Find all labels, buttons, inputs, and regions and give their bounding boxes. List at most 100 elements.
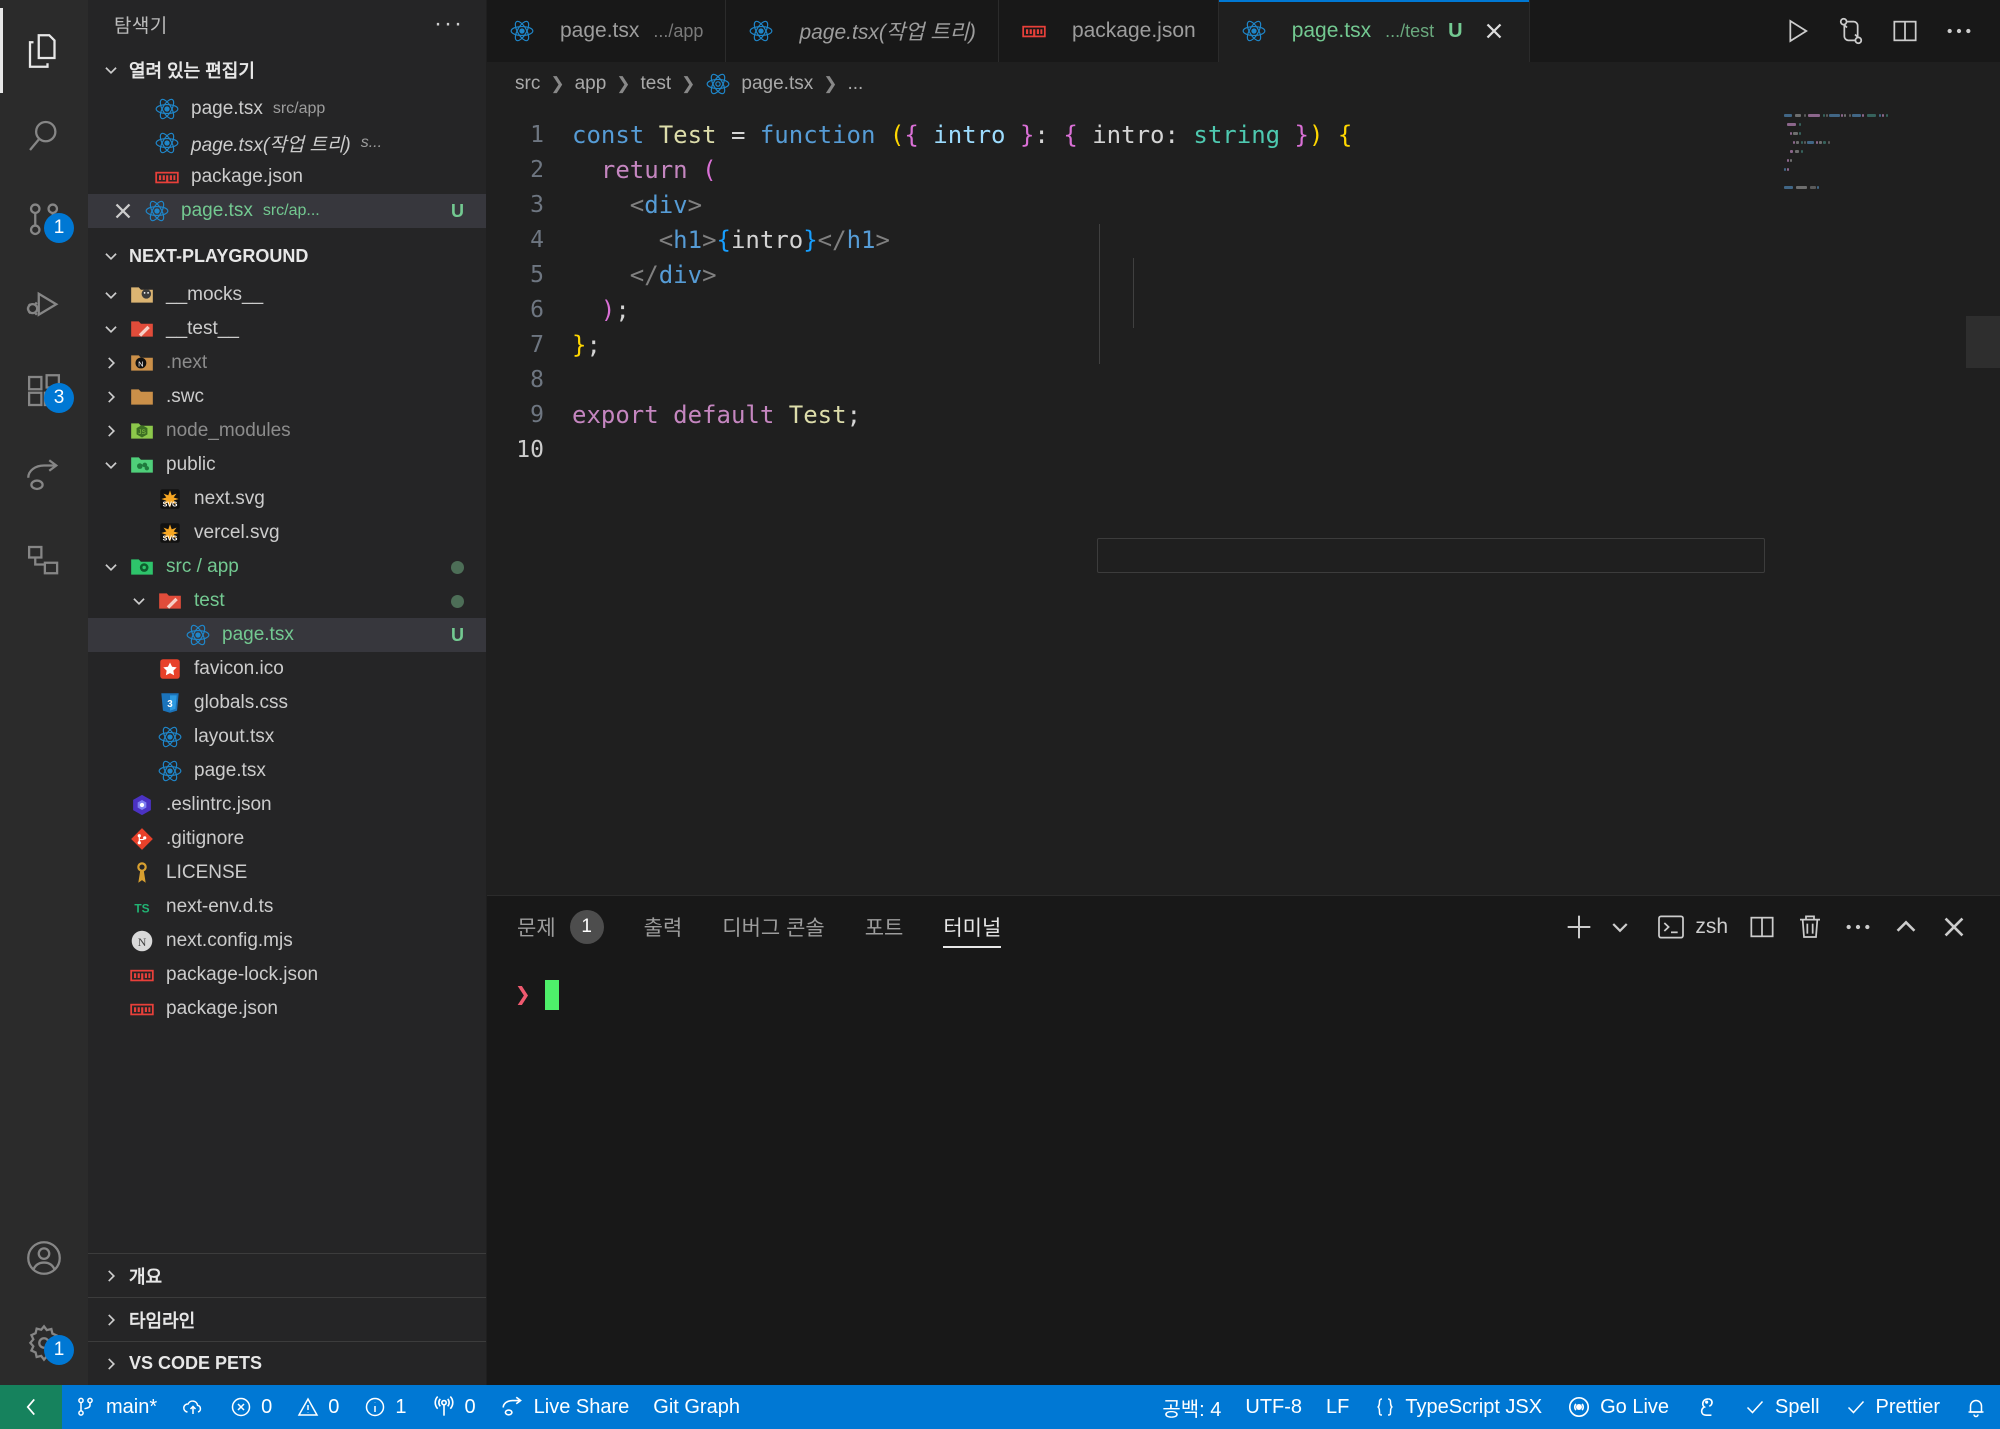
breadcrumb-item-app[interactable]: app	[575, 73, 607, 95]
branch-status[interactable]: main*	[62, 1385, 169, 1429]
notifications-status[interactable]	[1952, 1385, 2000, 1429]
panel-more-actions-button[interactable]	[1834, 896, 1882, 958]
prettier-status[interactable]: Prettier	[1832, 1385, 1952, 1429]
more-actions-button[interactable]	[1932, 0, 1986, 62]
new-terminal-button[interactable]	[1555, 896, 1603, 958]
tree-folder-row[interactable]: test	[88, 584, 486, 618]
maximize-panel-button[interactable]	[1882, 896, 1930, 958]
file-tree[interactable]: __mocks__ __test__ N .next .swc JS node_module…	[88, 278, 486, 1253]
activity-bar-item-accounts[interactable]	[0, 1215, 88, 1300]
tree-file-row[interactable]: favicon.ico	[88, 652, 486, 686]
panel-tab[interactable]: 터미널	[943, 896, 1001, 958]
open-editor-item[interactable]: page.tsx(작업 트리) s...	[88, 126, 486, 160]
tree-file-row[interactable]: package.json	[88, 992, 486, 1026]
editor-tab[interactable]: page.tsx .../test U	[1218, 0, 1530, 62]
eol-status[interactable]: LF	[1314, 1385, 1361, 1429]
panel-tab[interactable]: 포트	[865, 896, 904, 958]
tree-folder-row[interactable]: __test__	[88, 312, 486, 346]
activity-bar-item-explorer[interactable]	[0, 8, 88, 93]
activity-bar-item-source-control[interactable]: 1	[0, 178, 88, 263]
tree-file-row[interactable]: TS next-env.d.ts	[88, 890, 486, 924]
sidebar-more-actions-button[interactable]: ···	[434, 12, 464, 36]
scrollbar-thumb[interactable]	[1966, 316, 2000, 368]
spell-status[interactable]: Spell	[1731, 1385, 1831, 1429]
breadcrumb[interactable]: src ❯ app ❯ test ❯ page.tsx ❯ ...	[487, 62, 2000, 106]
kill-terminal-button[interactable]	[1786, 896, 1834, 958]
infos-status[interactable]: 1	[351, 1385, 418, 1429]
editor-tab[interactable]: page.tsx(작업 트리)	[726, 0, 999, 62]
activity-bar-item-search[interactable]	[0, 93, 88, 178]
editor-tab[interactable]: package.json	[998, 0, 1219, 62]
warnings-status[interactable]: 0	[284, 1385, 351, 1429]
panel-tab[interactable]: 출력	[644, 896, 683, 958]
split-editor-button[interactable]	[1878, 0, 1932, 62]
breadcrumb-item-symbol[interactable]: ...	[847, 73, 863, 95]
editor-scrollbar[interactable]	[1966, 106, 2000, 895]
tree-file-row[interactable]: package-lock.json	[88, 958, 486, 992]
tree-file-row[interactable]: page.tsx U	[88, 618, 486, 652]
sync-status[interactable]	[169, 1385, 217, 1429]
remote-window-button[interactable]	[0, 1385, 62, 1429]
run-and-debug-split-button[interactable]	[1824, 0, 1878, 62]
open-editor-item[interactable]: page.tsx src/app	[88, 92, 486, 126]
language-mode-status[interactable]: TypeScript JSX	[1361, 1385, 1554, 1429]
sidebar-section-header[interactable]: VS CODE PETS	[88, 1341, 486, 1385]
tree-file-row[interactable]: SVG vercel.svg	[88, 516, 486, 550]
panel-tab[interactable]: 디버그 콘솔	[722, 896, 824, 958]
minimap[interactable]	[1776, 106, 1966, 895]
live-share-status[interactable]: Live Share	[488, 1385, 642, 1429]
errors-status[interactable]: 0	[217, 1385, 284, 1429]
tree-file-row[interactable]: .eslintrc.json	[88, 788, 486, 822]
ts-icon: TS	[129, 894, 155, 920]
new-terminal-dropdown-button[interactable]	[1603, 896, 1637, 958]
tree-folder-row[interactable]: public	[88, 448, 486, 482]
sidebar-section-header[interactable]: 타임라인	[88, 1297, 486, 1341]
tree-file-row[interactable]: 3 globals.css	[88, 686, 486, 720]
split-terminal-button[interactable]	[1738, 896, 1786, 958]
tree-file-row[interactable]: layout.tsx	[88, 720, 486, 754]
go-live-status[interactable]: Go Live	[1554, 1385, 1681, 1429]
close-panel-button[interactable]	[1930, 896, 1978, 958]
tree-file-row[interactable]: .gitignore	[88, 822, 486, 856]
code-editor[interactable]: 1 const Test = function ({ intro }: { int…	[487, 106, 2000, 895]
git-graph-status[interactable]: Git Graph	[641, 1385, 752, 1429]
activity-bar-item-live-share[interactable]	[0, 433, 88, 518]
minimap-line	[1878, 114, 1881, 117]
terminal-body[interactable]: ❯	[487, 958, 2000, 1385]
tree-file-row[interactable]: SVG next.svg	[88, 482, 486, 516]
editor-tab-close-button[interactable]	[1481, 18, 1507, 44]
tree-folder-row[interactable]: __mocks__	[88, 278, 486, 312]
project-header[interactable]: NEXT-PLAYGROUND	[88, 234, 486, 278]
breadcrumb-item-file[interactable]: page.tsx	[741, 73, 813, 95]
tree-file-row[interactable]: Nnext.config.mjs	[88, 924, 486, 958]
tree-folder-row[interactable]: JS node_modules	[88, 414, 486, 448]
close-icon	[1944, 917, 1964, 937]
npm-icon	[129, 996, 155, 1022]
tree-folder-row[interactable]: N .next	[88, 346, 486, 380]
open-editor-item[interactable]: page.tsx src/ap... U	[88, 194, 486, 228]
close-icon[interactable]	[110, 198, 136, 224]
tree-folder-row[interactable]: .swc	[88, 380, 486, 414]
open-editor-item[interactable]: package.json	[88, 160, 486, 194]
ports-status[interactable]: 0	[419, 1385, 488, 1429]
encoding-status[interactable]: UTF-8	[1233, 1385, 1314, 1429]
squirrel-icon	[1693, 1394, 1719, 1420]
squirrel-status[interactable]	[1681, 1385, 1731, 1429]
panel-tab[interactable]: 문제 1	[517, 896, 604, 958]
open-editors-header[interactable]: 열려 있는 편집기	[88, 48, 486, 92]
tree-file-row[interactable]: LICENSE	[88, 856, 486, 890]
activity-bar-item-test-explorer[interactable]	[0, 518, 88, 603]
tree-folder-row[interactable]: src / app	[88, 550, 486, 584]
source-control-icon	[74, 1395, 98, 1419]
indentation-status[interactable]: 공백: 4	[1150, 1385, 1233, 1429]
run-button[interactable]	[1770, 0, 1824, 62]
tree-file-row[interactable]: page.tsx	[88, 754, 486, 788]
sidebar-section-header[interactable]: 개요	[88, 1253, 486, 1297]
activity-bar-item-run-and-debug[interactable]	[0, 263, 88, 348]
editor-tab[interactable]: page.tsx .../app	[487, 0, 727, 62]
terminal-shell-button[interactable]: zsh	[1637, 896, 1738, 958]
activity-bar-item-extensions[interactable]: 3	[0, 348, 88, 433]
breadcrumb-item-test[interactable]: test	[641, 73, 672, 95]
breadcrumb-item-src[interactable]: src	[515, 73, 540, 95]
activity-bar-item-manage[interactable]: 1	[0, 1300, 88, 1385]
